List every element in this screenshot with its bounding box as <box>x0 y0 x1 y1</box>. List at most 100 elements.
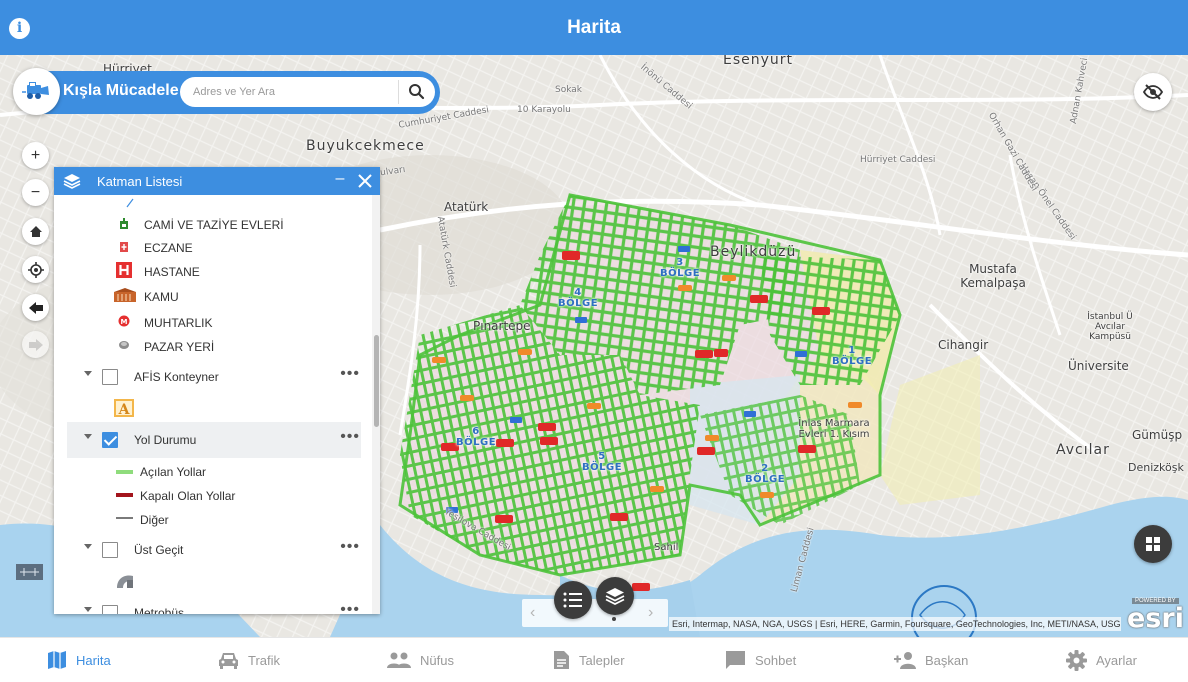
page-title: Harita <box>567 17 621 38</box>
layer-name: Metrobüs <box>134 606 185 614</box>
nav-label: Ayarlar <box>1096 652 1137 668</box>
nav-item-nufus[interactable]: Nüfus <box>387 638 454 682</box>
legend-label: Diğer <box>140 513 169 527</box>
search-divider <box>398 80 399 104</box>
nav-item-sohbet[interactable]: Sohbet <box>725 638 796 682</box>
car-icon <box>219 653 238 669</box>
more-options-icon[interactable]: ••• <box>340 365 360 383</box>
overview-map-icon[interactable] <box>16 564 43 580</box>
nav-item-harita[interactable]: Harita <box>47 638 111 682</box>
minus-icon: − <box>30 183 41 201</box>
nav-item-talepler[interactable]: Talepler <box>553 638 625 682</box>
map-attribution: Esri, Intermap, NASA, NGA, USGS | Esri, … <box>669 617 1121 631</box>
layer-checkbox[interactable] <box>102 542 118 558</box>
next-extent-button[interactable] <box>22 331 49 358</box>
widget-carousel: ‹ › <box>522 599 668 627</box>
search-icon[interactable] <box>406 82 428 102</box>
layer-row-yol-durumu[interactable]: Yol Durumu ••• <box>67 422 361 458</box>
pharmacy-icon <box>116 239 132 255</box>
layers-icon <box>605 588 625 605</box>
home-button[interactable] <box>22 218 49 245</box>
layer-row-metrobus[interactable]: Metrobüs ••• <box>67 595 361 614</box>
layer-list: CAMİ VE TAZİYE EVLERİ ECZANE HASTANE KAM… <box>54 195 380 614</box>
arrow-left-icon <box>28 301 43 314</box>
previous-extent-button[interactable] <box>22 294 49 321</box>
apps-grid-button[interactable] <box>1134 525 1172 563</box>
nav-item-trafik[interactable]: Trafik <box>218 638 280 682</box>
search-input[interactable] <box>193 82 398 102</box>
locate-icon <box>27 261 44 278</box>
mosque-icon <box>116 216 132 232</box>
nav-item-baskan[interactable]: Başkan <box>894 638 968 682</box>
esri-logo: POWERED BY esri <box>1124 598 1186 634</box>
more-options-icon[interactable]: ••• <box>340 538 360 556</box>
more-options-icon[interactable]: ••• <box>340 428 360 446</box>
map-icon <box>48 651 66 669</box>
panel-scrollbar-thumb[interactable] <box>374 335 379 427</box>
document-icon <box>554 651 569 669</box>
minimize-button[interactable]: – <box>333 170 347 190</box>
nav-label: Sohbet <box>755 652 797 668</box>
home-icon <box>29 226 42 237</box>
layer-name: Yol Durumu <box>134 433 197 447</box>
svg-text:A: A <box>118 402 131 417</box>
map-label-inlas: İnlas Marmara Evleri 1. Kısım <box>798 418 870 440</box>
layer-list-panel: Katman Listesi – CAMİ VE TAZİYE EVLERİ E… <box>54 167 380 614</box>
legend-label: Açılan Yollar <box>140 465 207 479</box>
bolge-label-6: 6 BÖLGE <box>456 426 497 448</box>
layer-name: AFİS Konteyner <box>134 370 219 384</box>
nav-label: Trafik <box>248 652 281 668</box>
legend-label: HASTANE <box>144 265 200 279</box>
chevron-right-icon[interactable]: › <box>648 604 653 622</box>
visibility-off-button[interactable] <box>1134 73 1172 111</box>
snow-plow-icon <box>22 82 49 99</box>
expand-caret-icon[interactable] <box>84 434 92 439</box>
bolge-label-1: 1 BÖLGE <box>832 345 873 367</box>
list-icon <box>563 592 582 608</box>
close-icon[interactable] <box>356 172 374 190</box>
panel-header: Katman Listesi – <box>54 167 380 195</box>
carousel-indicator <box>612 617 616 621</box>
nav-label: Harita <box>76 652 111 668</box>
map-label-denizkosk: Denizköşk <box>1128 461 1184 474</box>
legend-line-diger <box>116 517 133 519</box>
layer-checkbox[interactable] <box>102 432 118 448</box>
zoom-out-button[interactable]: − <box>22 179 49 206</box>
layer-list-button[interactable] <box>596 577 634 615</box>
layers-icon <box>63 174 81 189</box>
people-icon <box>387 652 411 668</box>
layer-checkbox[interactable] <box>102 369 118 385</box>
locate-button[interactable] <box>22 256 49 283</box>
nav-item-ayarlar[interactable]: Ayarlar <box>1066 638 1137 682</box>
bolge-label-5: 5 BÖLGE <box>582 451 623 473</box>
map-label-pinartepe: Pınartepe <box>473 319 531 333</box>
legend-list-button[interactable] <box>554 581 592 619</box>
chat-icon <box>726 651 745 669</box>
bolge-label-2: 2 BÖLGE <box>745 463 786 485</box>
map-label-avcilar: Avcılar <box>1056 442 1110 458</box>
app-logo <box>13 68 60 115</box>
legend-line-kapali <box>116 493 133 497</box>
expand-caret-icon[interactable] <box>84 607 92 612</box>
nav-label: Başkan <box>925 652 969 668</box>
legend-label: PAZAR YERİ <box>144 340 215 354</box>
afis-container-icon: A <box>114 398 134 418</box>
nav-label: Nüfus <box>420 652 454 668</box>
bolge-label-3: 3 BÖLGE <box>660 257 701 279</box>
expand-caret-icon[interactable] <box>84 544 92 549</box>
layer-row-afis-konteyner[interactable]: AFİS Konteyner ••• <box>67 359 361 395</box>
legend-label: Kapalı Olan Yollar <box>140 489 236 503</box>
map-label-sahil: Sahil <box>654 542 679 553</box>
bazaar-icon <box>116 337 132 353</box>
map-label-gumusp: Gümüşp <box>1132 428 1183 442</box>
chevron-left-icon[interactable]: ‹ <box>530 604 535 622</box>
more-options-icon[interactable]: ••• <box>340 601 360 614</box>
expand-caret-icon[interactable] <box>84 371 92 376</box>
zoom-in-button[interactable]: + <box>22 142 49 169</box>
panel-title: Katman Listesi <box>97 174 183 189</box>
layer-checkbox[interactable] <box>102 605 118 614</box>
layer-row-ust-gecit[interactable]: Üst Geçit ••• <box>67 532 361 568</box>
bottom-navigation: Harita Trafik Nüfus Talepler Sohbet Başk… <box>0 637 1188 681</box>
arrow-right-icon <box>28 338 43 351</box>
plus-icon: + <box>30 146 41 164</box>
